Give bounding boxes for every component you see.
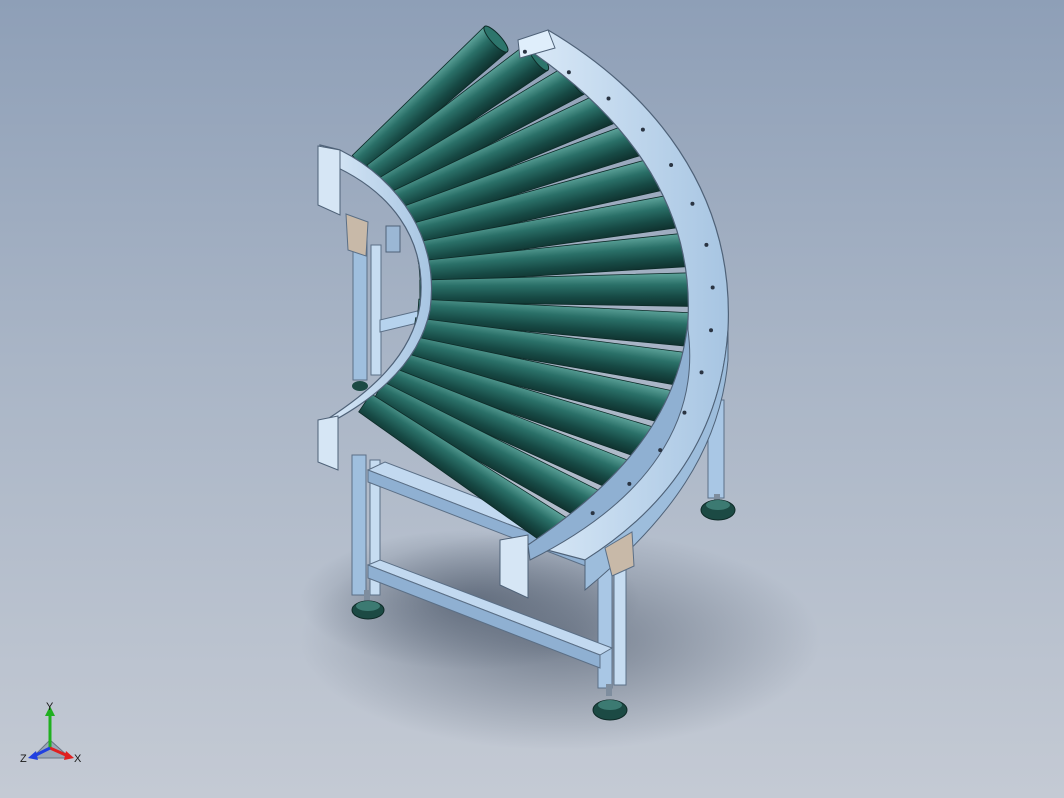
y-axis-label: Y [46,701,54,713]
bolt-hole [658,448,663,453]
leg-front-right[interactable] [597,559,613,689]
coordinate-triad[interactable]: Y X Z [18,700,88,770]
bolt-hole [606,96,611,101]
bolt-hole [566,70,571,75]
foot-back-left[interactable] [352,381,368,391]
bolt-hole [690,201,695,206]
x-axis-arrow [64,751,74,760]
bolt-hole [699,370,704,375]
x-axis-label: X [74,753,82,765]
inner-end-plate-back[interactable] [317,145,341,216]
cad-viewport[interactable]: Y X Z [0,0,1064,798]
bolt-hole [682,410,687,415]
bolt-hole [590,511,595,516]
conveyor-model-view[interactable] [0,0,1064,798]
bolt-hole [710,285,715,290]
bolt-hole [640,127,645,132]
z-axis-label: Z [20,753,27,765]
bolt-hole [669,163,674,168]
leg-back-left[interactable] [352,239,368,381]
bolt-hole [627,481,632,486]
leg-back-left-2[interactable] [370,244,382,376]
inner-frame-slot [385,225,401,253]
mount-bracket-left[interactable] [345,213,369,257]
leg-front-left[interactable] [351,454,367,596]
z-axis-arrow [28,751,38,760]
inner-end-plate-front[interactable] [317,415,339,471]
bolt-hole [709,328,714,333]
bolt-hole [704,242,709,247]
bolt-hole [522,49,527,54]
